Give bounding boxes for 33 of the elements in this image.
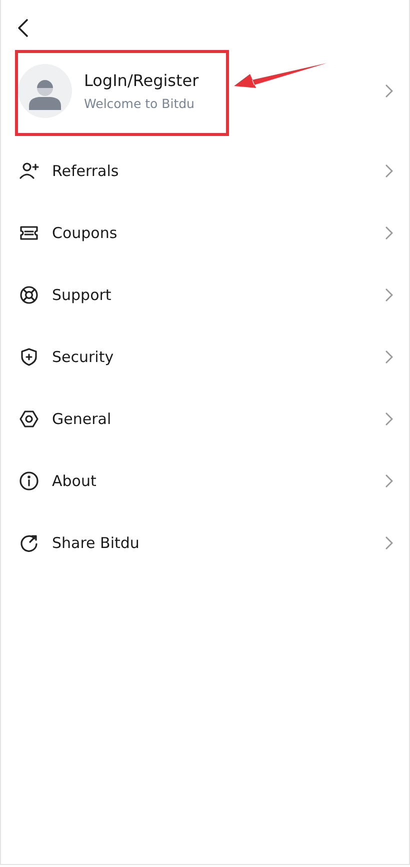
- menu-item[interactable]: Support: [1, 264, 409, 326]
- chevron-icon: [385, 164, 393, 178]
- menu-item[interactable]: Share Bitdu: [1, 512, 409, 574]
- menu-item[interactable]: Security: [1, 326, 409, 388]
- menu-label: Security: [52, 348, 115, 366]
- welcome-subtitle: Welcome to Bitdu: [84, 96, 194, 111]
- person-plus-icon: [19, 161, 39, 181]
- menu-label: Support: [52, 286, 112, 304]
- login-title: LogIn/Register: [84, 71, 199, 90]
- menu-item[interactable]: Referrals: [1, 140, 409, 202]
- menu-item[interactable]: Coupons: [1, 202, 409, 264]
- hexagon-icon: [19, 409, 39, 429]
- back-icon[interactable]: [17, 18, 29, 38]
- ticket-icon: [19, 223, 39, 243]
- menu-label: Share Bitdu: [52, 534, 140, 552]
- info-icon: [19, 471, 39, 491]
- menu-item[interactable]: General: [1, 388, 409, 450]
- chevron-icon: [385, 536, 393, 550]
- chevron-icon: [385, 226, 393, 240]
- chevron-icon: [385, 84, 393, 98]
- avatar-icon: [18, 64, 72, 118]
- menu-label: Coupons: [52, 224, 118, 242]
- shield-plus-icon: [19, 347, 39, 367]
- chevron-icon: [385, 474, 393, 488]
- lifebuoy-icon: [19, 285, 39, 305]
- menu-label: About: [52, 472, 98, 490]
- menu-label: Referrals: [52, 162, 120, 180]
- menu-item[interactable]: About: [1, 450, 409, 512]
- refresh-icon: [19, 533, 39, 553]
- menu-label: General: [52, 410, 112, 428]
- chevron-icon: [385, 350, 393, 364]
- chevron-icon: [385, 412, 393, 426]
- chevron-icon: [385, 288, 393, 302]
